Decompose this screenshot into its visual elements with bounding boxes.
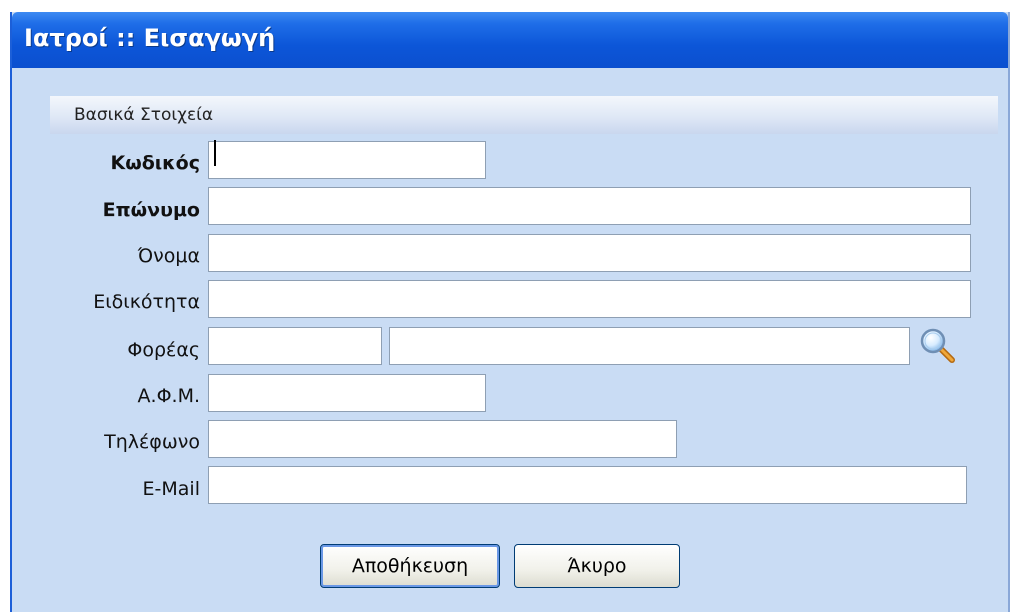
phone-input[interactable] xyxy=(208,420,677,458)
group-header: Βασικά Στοιχεία xyxy=(50,96,998,134)
email-input[interactable] xyxy=(208,466,967,504)
surname-label: Επώνυμο xyxy=(102,199,200,221)
code-label: Κωδικός xyxy=(110,152,200,174)
cancel-button[interactable]: Άκυρο xyxy=(514,544,680,588)
phone-label: Τηλέφωνο xyxy=(104,431,200,453)
email-label: E-Mail xyxy=(142,478,200,500)
provider-code-input[interactable] xyxy=(208,327,382,365)
code-input[interactable] xyxy=(208,141,486,179)
title-bar[interactable]: Ιατροί :: Εισαγωγή xyxy=(12,12,1008,68)
surname-input[interactable] xyxy=(208,187,971,225)
afm-input[interactable] xyxy=(208,374,486,412)
search-icon[interactable] xyxy=(918,326,958,366)
specialty-input[interactable] xyxy=(208,280,971,318)
provider-label: Φορέας xyxy=(127,339,200,361)
provider-name-input[interactable] xyxy=(389,327,910,365)
name-label: Όνομα xyxy=(137,245,200,267)
text-caret xyxy=(214,140,216,166)
group-header-label: Βασικά Στοιχεία xyxy=(74,105,214,125)
name-input[interactable] xyxy=(208,234,971,272)
save-button[interactable]: Αποθήκευση xyxy=(320,544,500,588)
window-title: Ιατροί :: Εισαγωγή xyxy=(24,24,276,52)
specialty-label: Ειδικότητα xyxy=(93,291,200,313)
afm-label: Α.Φ.Μ. xyxy=(137,385,200,407)
